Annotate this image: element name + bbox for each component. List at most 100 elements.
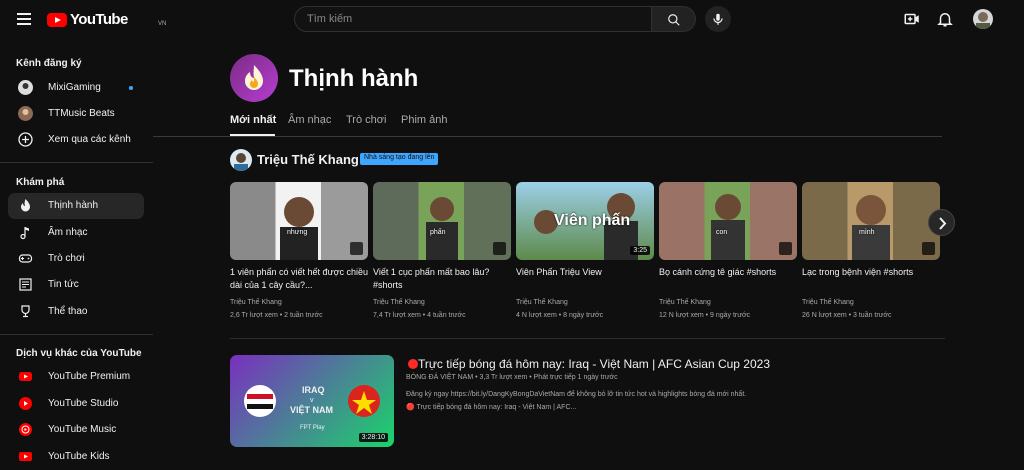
video-channel[interactable]: Triệu Thế Khang xyxy=(516,299,568,306)
menu-icon[interactable] xyxy=(17,13,31,25)
more-from-youtube-title: Dịch vụ khác của YouTube xyxy=(16,348,142,359)
sidebar-item-trending[interactable]: Thịnh hành xyxy=(8,193,144,219)
versus-label: v xyxy=(310,397,314,404)
video-channel[interactable]: Triệu Thế Khang xyxy=(659,299,711,306)
search-input[interactable]: Tìm kiếm xyxy=(294,6,652,32)
thumbnail-caption: nhưng xyxy=(287,229,308,236)
search-placeholder: Tìm kiếm xyxy=(307,13,353,25)
sidebar-item-label: YouTube Premium xyxy=(48,371,131,382)
notifications-icon[interactable] xyxy=(936,10,954,28)
sidebar-item-label: MixiGaming xyxy=(48,82,101,93)
sidebar-divider xyxy=(0,162,153,163)
broadcaster-label: FPT Play xyxy=(300,425,325,431)
youtube-play-icon xyxy=(47,13,67,27)
trending-page-avatar xyxy=(230,54,278,102)
tab-latest[interactable]: Mới nhất xyxy=(230,114,276,126)
tabs-divider xyxy=(153,136,942,137)
video-channel[interactable]: Triệu Thế Khang xyxy=(373,299,425,306)
youtube-logo[interactable]: YouTube VN xyxy=(47,11,166,30)
sidebar-item-label: Thịnh hành xyxy=(48,200,99,211)
team-one-label: IRAQ xyxy=(302,385,325,395)
tab-music[interactable]: Âm nhạc xyxy=(288,114,331,126)
video-duration: 3:25 xyxy=(630,246,650,255)
sidebar-item-label: YouTube Music xyxy=(48,424,117,435)
account-avatar[interactable] xyxy=(973,9,993,29)
sidebar-item-label: Âm nhạc xyxy=(48,227,88,238)
sidebar-item-gaming[interactable]: Trò chơi xyxy=(8,246,144,272)
sidebar-item-news[interactable]: Tin tức xyxy=(8,272,144,298)
channel-avatar-icon xyxy=(18,106,33,121)
shorts-icon xyxy=(493,242,506,255)
live-video-title[interactable]: Trực tiếp bóng đá hôm nay: Iraq - Việt N… xyxy=(418,357,770,371)
youtube-studio-icon xyxy=(19,397,32,410)
tab-gaming[interactable]: Trò chơi xyxy=(346,114,386,126)
video-duration: 3:28:10 xyxy=(358,433,388,442)
gamepad-icon xyxy=(18,254,33,263)
sidebar-item-music[interactable]: Âm nhạc xyxy=(8,220,144,246)
video-title[interactable]: 1 viên phấn có viết hết được chiều dài c… xyxy=(230,266,368,292)
section-divider xyxy=(230,338,945,339)
tab-movies[interactable]: Phim ảnh xyxy=(401,114,447,126)
creator-avatar[interactable] xyxy=(230,149,252,171)
thumbnail-caption: mình xyxy=(859,229,875,236)
sidebar-item-label: YouTube Studio xyxy=(48,398,119,409)
video-thumbnail[interactable]: phấn xyxy=(373,182,511,260)
video-thumbnail[interactable]: mình xyxy=(802,182,940,260)
video-thumbnail[interactable]: nhưng xyxy=(230,182,368,260)
logo-text: YouTube xyxy=(70,11,128,28)
video-meta: 7,4 Tr lượt xem • 4 tuần trước xyxy=(373,312,466,319)
shorts-icon xyxy=(922,242,935,255)
thumbnail-caption: phấn xyxy=(430,229,446,236)
video-channel[interactable]: Triệu Thế Khang xyxy=(230,299,282,306)
video-thumbnail[interactable]: Viên phấn 3:25 xyxy=(516,182,654,260)
person-figure-icon xyxy=(280,197,318,260)
carousel-next-button[interactable] xyxy=(928,209,955,236)
video-channel[interactable]: Triệu Thế Khang xyxy=(802,299,854,306)
video-title[interactable]: Lạc trong bệnh viện #shorts xyxy=(802,266,940,279)
creator-name[interactable]: Triệu Thế Khang xyxy=(257,152,359,167)
voice-search-button[interactable] xyxy=(705,6,731,32)
sidebar-item-youtube-kids[interactable]: YouTube Kids xyxy=(8,444,144,470)
video-meta: 26 N lượt xem • 3 tuần trước xyxy=(802,312,892,319)
chevron-right-icon xyxy=(939,217,947,230)
team-two-label: VIỆT NAM xyxy=(290,405,334,415)
live-video-description: Đăng ký ngay https://bit.ly/DangKyBongDa… xyxy=(406,391,747,398)
sidebar-item-youtube-music[interactable]: YouTube Music xyxy=(8,417,144,443)
search-button[interactable] xyxy=(652,6,696,32)
sidebar-item-browse-channels[interactable]: Xem qua các kênh xyxy=(8,127,144,153)
person-figure-icon xyxy=(426,197,458,260)
video-title[interactable]: Viên Phấn Triệu View xyxy=(516,266,654,279)
add-circle-icon xyxy=(18,132,33,147)
channel-avatar-icon xyxy=(18,80,33,95)
sidebar-item-youtube-studio[interactable]: YouTube Studio xyxy=(8,391,144,417)
country-code: VN xyxy=(158,21,167,27)
thumbnail-caption: con xyxy=(716,229,728,236)
sidebar-item-label: Xem qua các kênh xyxy=(48,134,131,145)
rising-creator-badge: Nhà sáng tạo đang lên xyxy=(360,153,439,165)
sidebar-divider xyxy=(0,334,153,335)
video-title[interactable]: Viết 1 cục phấn mất bao lâu? #shorts xyxy=(373,266,511,292)
video-meta: 12 N lượt xem • 9 ngày trước xyxy=(659,312,751,319)
live-indicator-icon xyxy=(408,359,418,369)
new-content-dot xyxy=(129,86,133,90)
sidebar-item-ttmusic-beats[interactable]: TTMusic Beats xyxy=(8,101,144,127)
video-title[interactable]: Bọ cánh cứng tê giác #shorts xyxy=(659,266,797,279)
sidebar-item-label: TTMusic Beats xyxy=(48,108,115,119)
sidebar-item-label: Thể thao xyxy=(48,306,88,317)
video-thumbnail[interactable]: con xyxy=(659,182,797,260)
live-video-thumbnail[interactable]: IRAQ v VIỆT NAM FPT Play 3:28:10 xyxy=(230,355,394,447)
trophy-icon xyxy=(21,305,30,318)
page-title: Thịnh hành xyxy=(289,65,419,92)
youtube-premium-icon xyxy=(19,372,32,381)
person-figure-icon xyxy=(711,194,745,260)
video-meta: 2,6 Tr lượt xem • 2 tuần trước xyxy=(230,312,323,319)
sidebar-item-youtube-premium[interactable]: YouTube Premium xyxy=(8,364,144,390)
sidebar-item-mixigaming[interactable]: MixiGaming xyxy=(8,75,144,101)
sidebar-item-sports[interactable]: Thể thao xyxy=(8,299,144,325)
shorts-icon xyxy=(350,242,363,255)
explore-title: Khám phá xyxy=(16,177,65,188)
trending-flame-icon xyxy=(245,65,263,90)
sidebar-item-label: Trò chơi xyxy=(48,253,85,264)
youtube-music-icon xyxy=(19,423,32,436)
create-video-icon[interactable] xyxy=(903,10,921,28)
